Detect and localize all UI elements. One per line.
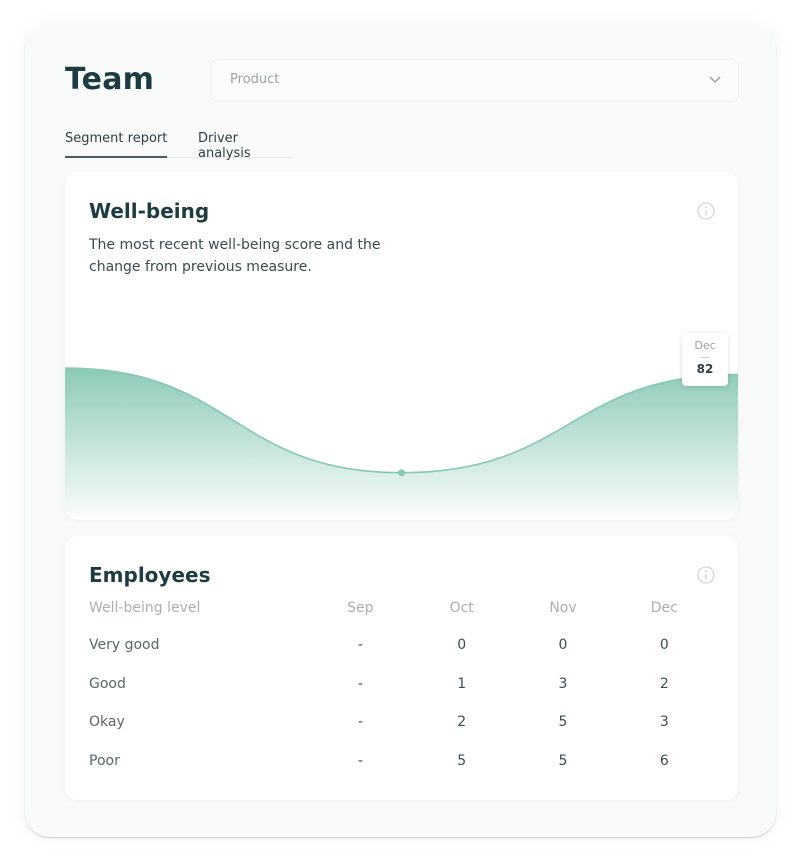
chart-tooltip: Dec 82 [682, 333, 728, 386]
value-cell: - [357, 637, 363, 654]
value-cell: 1 [457, 675, 467, 692]
tooltip-month: Dec [694, 339, 716, 352]
value-cell: - [357, 714, 363, 731]
employees-card: Employees Well-being level Sep Oct Nov D… [65, 536, 738, 800]
value-cell: 6 [659, 752, 669, 769]
tooltip-divider [700, 357, 710, 358]
employees-title: Employees [89, 563, 211, 587]
column-header: Nov [549, 600, 577, 616]
info-icon[interactable] [697, 566, 715, 584]
table-row: Good - 1 3 2 [89, 665, 715, 704]
table-header-row: Well-being level Sep Oct Nov Dec [89, 600, 715, 626]
info-icon[interactable] [697, 202, 715, 220]
level-cell: Very good [89, 637, 160, 654]
value-cell: 3 [558, 675, 568, 692]
wellbeing-chart [65, 367, 738, 520]
value-cell: 0 [457, 637, 467, 654]
level-cell: Good [89, 675, 126, 692]
column-header: Dec [650, 600, 678, 616]
value-cell: 5 [558, 714, 568, 731]
segment-select[interactable]: Product [210, 59, 739, 102]
value-cell: 5 [558, 752, 568, 769]
tab-driver-analysis[interactable]: Driver analysis [198, 131, 293, 171]
value-cell: 2 [659, 675, 669, 692]
value-cell: - [357, 752, 363, 769]
level-cell: Poor [89, 752, 120, 769]
employees-table: Well-being level Sep Oct Nov Dec Very go… [89, 600, 715, 780]
segment-select-value: Product [230, 72, 280, 87]
chevron-down-icon [709, 76, 721, 84]
value-cell: 2 [457, 714, 467, 731]
column-header: Well-being level [89, 600, 201, 616]
table-row: Very good - 0 0 0 [89, 626, 715, 665]
value-cell: - [357, 675, 363, 692]
wellbeing-card: Well-being The most recent well-being sc… [65, 172, 738, 520]
page-title: Team [65, 62, 155, 97]
column-header: Sep [347, 600, 374, 616]
tooltip-value: 82 [696, 362, 714, 376]
level-cell: Okay [89, 714, 125, 731]
tab-bar: Segment report Driver analysis [65, 129, 293, 161]
value-cell: 3 [659, 714, 669, 731]
value-cell: 0 [558, 637, 568, 654]
table-row: Okay - 2 5 3 [89, 703, 715, 742]
value-cell: 5 [457, 752, 467, 769]
tab-segment-report[interactable]: Segment report [65, 131, 168, 158]
app-window: Team Product Segment report Driver analy… [25, 25, 776, 837]
column-header: Oct [449, 600, 474, 616]
table-row: Poor - 5 5 6 [89, 742, 715, 781]
wellbeing-description: The most recent well-being score and the… [89, 237, 381, 275]
value-cell: 0 [659, 637, 669, 654]
chart-point[interactable] [398, 469, 405, 477]
wellbeing-title: Well-being [89, 199, 210, 223]
